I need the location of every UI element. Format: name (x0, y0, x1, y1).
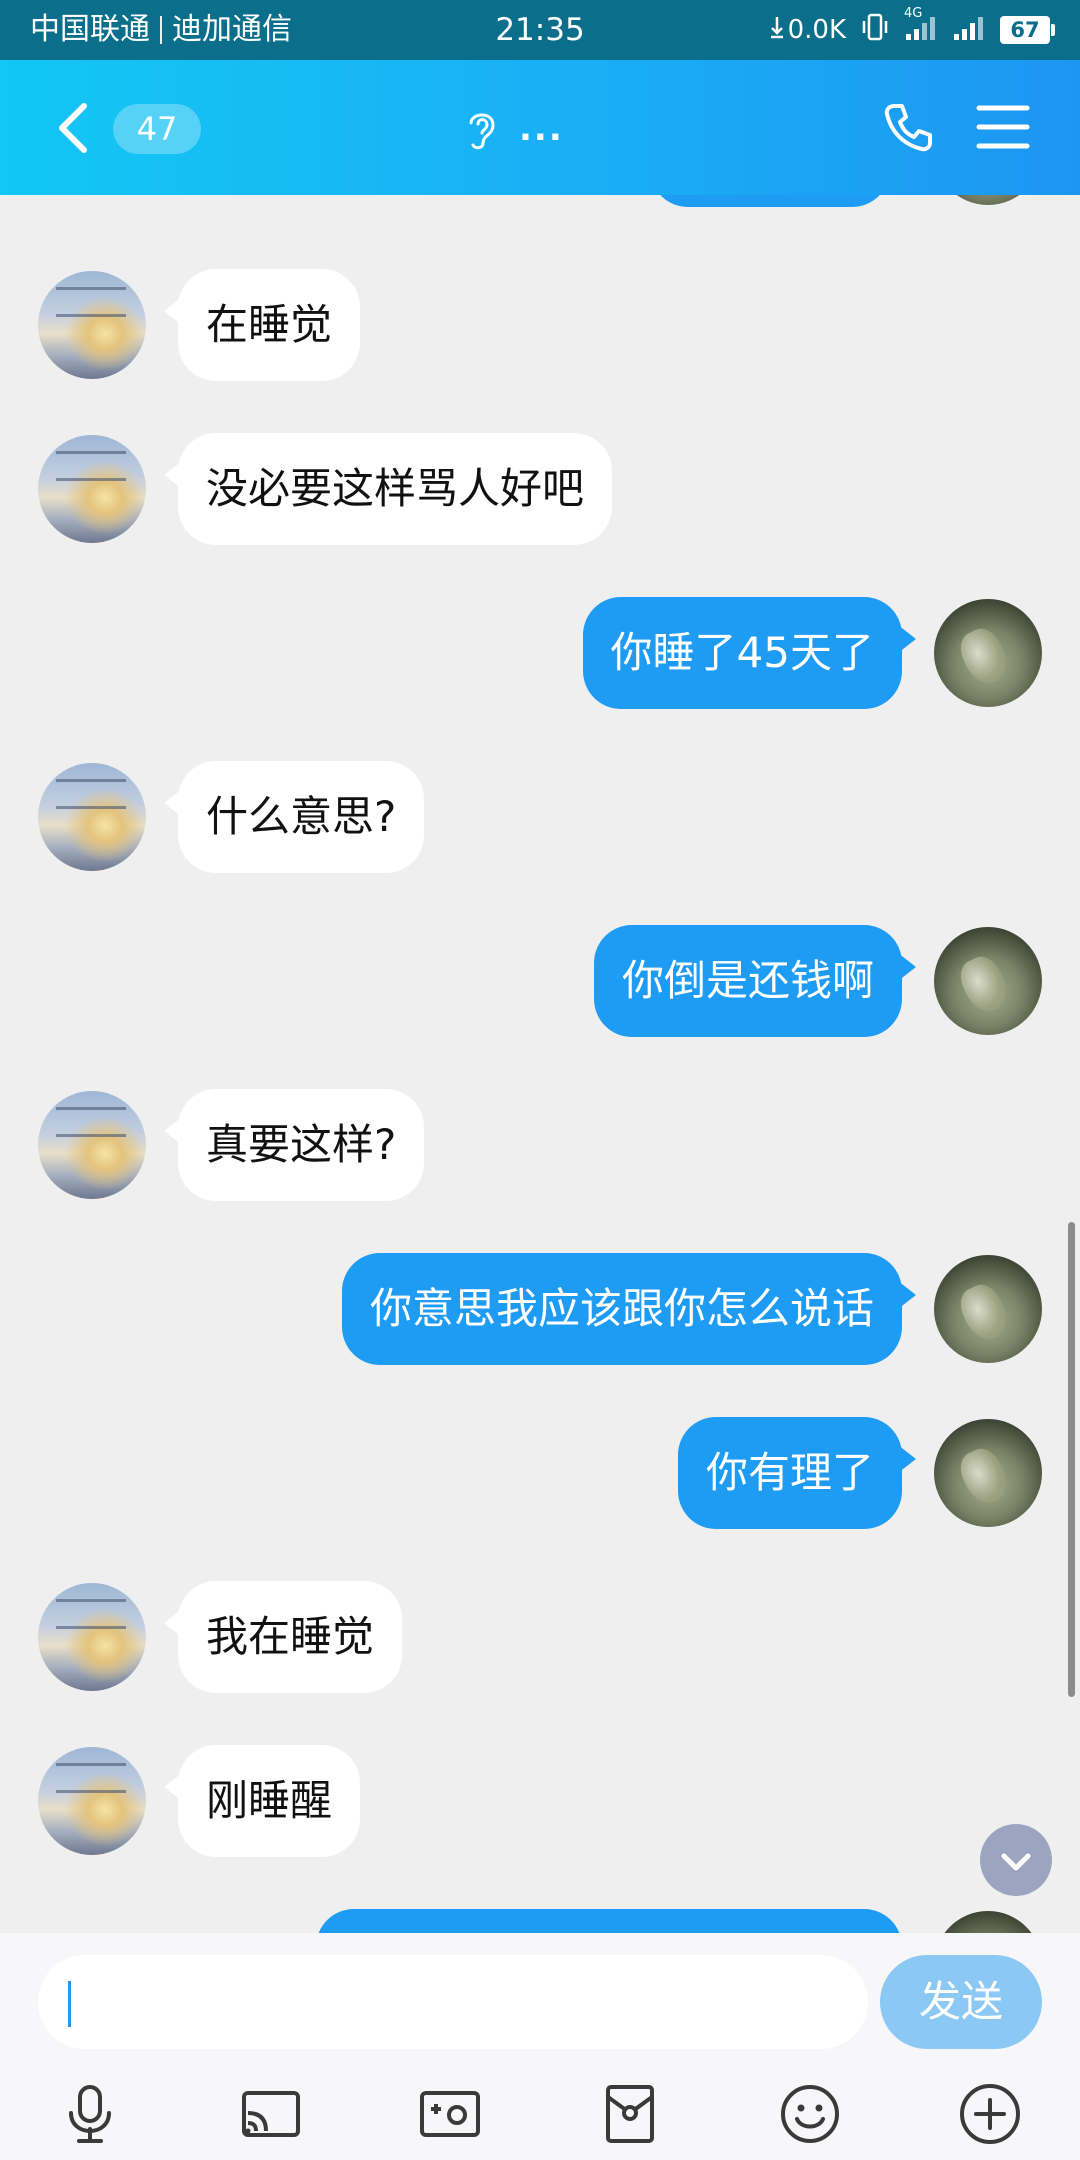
message-row: 我在睡觉 (0, 1581, 1080, 1693)
message-bubble[interactable]: 真要这样? (163, 1089, 425, 1201)
contact-avatar[interactable] (38, 1091, 146, 1199)
top-bar: 中国联通 迪加通信 21:35 0.0K 4G 67 47 ... (0, 0, 1080, 195)
signal-icon (952, 12, 986, 49)
screen-cast-button[interactable] (238, 2081, 304, 2147)
my-avatar[interactable] (934, 1911, 1042, 1933)
microphone-icon (69, 2085, 111, 2143)
download-speed-icon (770, 15, 784, 46)
net-speed: 0.0K (787, 15, 846, 45)
message-bubble[interactable]: 什么意思? (163, 761, 425, 873)
contact-avatar[interactable] (38, 1747, 146, 1855)
input-toolbar (0, 2073, 1080, 2153)
voice-button[interactable] (57, 2081, 123, 2147)
send-button[interactable]: 发送 (880, 1955, 1042, 2049)
message-row: 刚睡醒 (0, 1745, 1080, 1857)
message-list[interactable]: 在睡觉 没必要这样骂人好吧 你睡了45天了 什么意思? 你倒是还钱啊 真要这样?… (0, 195, 1080, 1933)
vibrate-icon (860, 12, 890, 49)
message-bubble[interactable]: 你意思我应该跟你怎么说话 (341, 1253, 917, 1365)
my-avatar[interactable] (934, 195, 1042, 205)
status-icons: 0.0K 4G 67 (770, 6, 1055, 50)
photo-icon (420, 2091, 480, 2137)
scroll-to-bottom-button[interactable] (980, 1824, 1052, 1896)
menu-button[interactable] (976, 102, 1030, 152)
message-bubble[interactable]: 你有理了 (677, 1417, 917, 1529)
scrollbar[interactable] (1068, 1222, 1075, 1697)
message-bubble[interactable]: 刚睡醒 (163, 1745, 361, 1857)
message-bubble[interactable]: 我在睡觉 (163, 1581, 403, 1693)
signal-4g-icon: 4G (904, 6, 938, 49)
text-caret (68, 1981, 71, 2027)
network-type: 4G (904, 5, 923, 21)
message-input[interactable] (38, 1955, 868, 2049)
emoji-icon (781, 2085, 839, 2143)
call-button[interactable] (880, 100, 936, 156)
my-avatar[interactable] (934, 1419, 1042, 1527)
message-row-partial-top (0, 195, 1080, 207)
chat-title[interactable]: ... (465, 104, 564, 154)
message-row: 没必要这样骂人好吧 (0, 433, 1080, 545)
ear-icon (469, 113, 495, 150)
status-bar: 中国联通 迪加通信 21:35 0.0K 4G 67 (0, 0, 1080, 60)
emoji-button[interactable] (777, 2081, 843, 2147)
contact-avatar[interactable] (38, 435, 146, 543)
chat-title-text: ... (519, 109, 564, 149)
message-row-partial-bottom (0, 1909, 1080, 1933)
my-avatar[interactable] (934, 927, 1042, 1035)
message-bubble[interactable]: 没必要这样骂人好吧 (163, 433, 613, 545)
message-bubble-partial[interactable] (316, 1909, 902, 1933)
my-avatar[interactable] (934, 599, 1042, 707)
photo-button[interactable] (417, 2081, 483, 2147)
message-row: 你意思我应该跟你怎么说话 (0, 1253, 1080, 1365)
message-bubble[interactable]: 你睡了45天了 (582, 597, 917, 709)
message-row: 真要这样? (0, 1089, 1080, 1201)
chevron-down-icon (1001, 1853, 1031, 1871)
chat-title-bar: 47 ... (0, 60, 1080, 195)
more-button[interactable] (957, 2081, 1023, 2147)
message-bubble-partial[interactable] (650, 195, 890, 207)
contact-avatar[interactable] (38, 763, 146, 871)
unread-count-badge[interactable]: 47 (113, 104, 201, 154)
menu-icon (976, 105, 1030, 149)
input-area: 发送 (0, 1933, 1080, 2160)
screen-cast-icon (242, 2091, 300, 2137)
phone-icon (884, 104, 932, 152)
red-packet-button[interactable] (597, 2081, 663, 2147)
message-row: 你睡了45天了 (0, 597, 1080, 709)
contact-avatar[interactable] (38, 1583, 146, 1691)
back-arrow-icon (59, 103, 87, 153)
message-row: 什么意思? (0, 761, 1080, 873)
battery-level: 67 (1000, 16, 1055, 44)
message-row: 你有理了 (0, 1417, 1080, 1529)
back-button[interactable] (50, 100, 100, 156)
plus-icon (960, 2084, 1020, 2144)
my-avatar[interactable] (934, 1255, 1042, 1363)
red-packet-icon (606, 2085, 654, 2143)
message-row: 你倒是还钱啊 (0, 925, 1080, 1037)
contact-avatar[interactable] (38, 271, 146, 379)
message-row: 在睡觉 (0, 269, 1080, 381)
message-bubble[interactable]: 你倒是还钱啊 (593, 925, 917, 1037)
message-bubble[interactable]: 在睡觉 (163, 269, 361, 381)
